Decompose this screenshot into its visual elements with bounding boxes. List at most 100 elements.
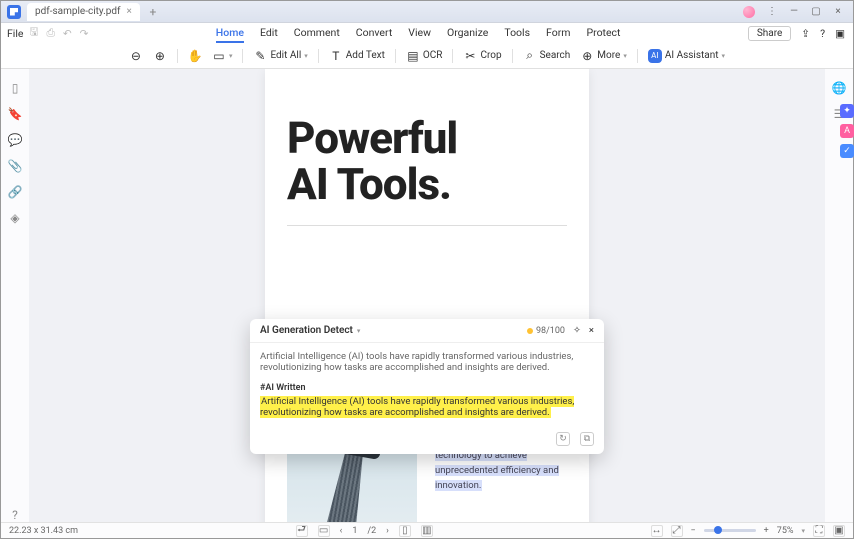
edit-icon: ✎	[253, 49, 267, 63]
share-link-icon[interactable]: ⇪	[801, 27, 810, 40]
zoom-slider[interactable]	[704, 529, 756, 532]
tab-title: pdf-sample-city.pdf	[35, 6, 121, 17]
score-dot-icon	[527, 328, 533, 334]
tab-comment[interactable]: Comment	[294, 24, 340, 43]
popup-close-icon[interactable]: ×	[589, 325, 594, 336]
file-menu[interactable]: File	[7, 27, 23, 40]
popup-title-caret-icon[interactable]: ▾	[357, 327, 361, 335]
score-value: 98/100	[536, 326, 565, 336]
edit-all-label: Edit All	[270, 50, 301, 61]
print-icon[interactable]: ⎙	[46, 26, 54, 40]
two-page-icon[interactable]: ▥	[421, 525, 433, 537]
kebab-menu-icon[interactable]: ⋮	[763, 3, 781, 21]
ai-translate-icon[interactable]: A	[840, 124, 854, 138]
search-button[interactable]: ⌕Search	[523, 49, 571, 63]
search-icon: ⌕	[523, 49, 537, 63]
hand-tool[interactable]: ✋	[188, 49, 202, 63]
zoom-in-status-icon[interactable]: +	[764, 526, 769, 536]
zoom-caret-icon[interactable]: ▾	[801, 527, 805, 535]
read-mode-icon[interactable]: ▣	[833, 525, 845, 537]
workspace: ▯ 🔖 💬 📎 🔗 ◈ ? Powerful AI Tools. These p…	[1, 69, 853, 522]
comments-icon[interactable]: 💬	[8, 133, 22, 147]
tab-home[interactable]: Home	[216, 24, 244, 43]
popup-summary: Artificial Intelligence (AI) tools have …	[260, 351, 594, 373]
attachments-icon[interactable]: 📎	[8, 159, 22, 173]
tab-convert[interactable]: Convert	[356, 24, 392, 43]
crop-icon: ✂	[463, 49, 477, 63]
select-tool[interactable]: ▭▾	[212, 49, 233, 63]
links-icon[interactable]: 🔗	[8, 185, 22, 199]
ai-assistant-button[interactable]: AIAI Assistant▾	[648, 49, 725, 63]
document-tab[interactable]: pdf-sample-city.pdf ×	[27, 3, 140, 21]
tab-protect[interactable]: Protect	[586, 24, 620, 43]
help-sidebar-icon[interactable]: ?	[8, 508, 22, 522]
fullscreen-icon[interactable]: ⛶	[813, 525, 825, 537]
next-page-icon[interactable]: ›	[386, 526, 389, 536]
bookmarks-icon[interactable]: 🔖	[8, 107, 22, 121]
select-mode-icon[interactable]: ▭	[318, 525, 330, 537]
ai-icon: AI	[648, 49, 662, 63]
add-text-label: Add Text	[346, 50, 385, 61]
close-window-icon[interactable]: ×	[829, 3, 847, 21]
more-icon: ⊕	[580, 49, 594, 63]
status-bar: 22.23 x 31.43 cm ⮐ ▭ ‹ 1/2 › ▯ ▥ ↔ ⤢ − +…	[1, 522, 853, 538]
ai-detect-popup: AI Generation Detect ▾ 98/100 ✧ × Artifi…	[250, 319, 604, 454]
redo-icon[interactable]: ↷	[80, 27, 89, 40]
tab-view[interactable]: View	[408, 24, 431, 43]
pin-icon[interactable]: ✧	[573, 325, 581, 336]
tab-tools[interactable]: Tools	[504, 24, 530, 43]
page-dimensions: 22.23 x 31.43 cm	[9, 526, 78, 536]
popup-section-label: #AI Written	[260, 383, 594, 393]
ai-check-icon[interactable]: ✓	[840, 144, 854, 158]
heading-rule	[287, 225, 567, 226]
zoom-out-button[interactable]: ⊖	[129, 49, 143, 63]
zoom-in-button[interactable]: ⊕	[153, 49, 167, 63]
page-canvas[interactable]: Powerful AI Tools. These powerful tools …	[29, 69, 825, 522]
crop-button[interactable]: ✂Crop	[463, 49, 501, 63]
pdf-page: Powerful AI Tools. These powerful tools …	[265, 69, 589, 522]
prev-page-icon[interactable]: ‹	[340, 526, 343, 536]
copy-icon[interactable]: ⧉	[580, 432, 594, 446]
app-icon	[7, 5, 21, 19]
more-label: More	[597, 50, 620, 61]
popup-highlighted-text: Artificial Intelligence (AI) tools have …	[260, 396, 574, 418]
thumbnails-icon[interactable]: ▯	[8, 81, 22, 95]
ocr-button[interactable]: ▤OCR	[406, 49, 443, 63]
fit-page-icon[interactable]: ⤢	[671, 525, 683, 537]
more-button[interactable]: ⊕More▾	[580, 49, 627, 63]
translate-panel-icon[interactable]: 🌐	[832, 81, 846, 95]
close-tab-icon[interactable]: ×	[127, 6, 132, 17]
edit-all-button[interactable]: ✎Edit All▾	[253, 49, 307, 63]
cursor-mode-icon[interactable]: ⮐	[296, 525, 308, 537]
ai-orb-icon[interactable]	[743, 6, 755, 18]
text-icon: T	[329, 49, 343, 63]
help-icon[interactable]: ?	[820, 27, 825, 40]
zoom-out-status-icon[interactable]: −	[691, 526, 696, 536]
undo-icon[interactable]: ↶	[63, 27, 72, 40]
minimize-icon[interactable]: —	[785, 3, 803, 21]
overflow-icon[interactable]: ▣	[835, 27, 845, 40]
popup-score: 98/100	[527, 326, 565, 336]
fit-width-icon[interactable]: ↔	[651, 525, 663, 537]
save-icon[interactable]: 🖫	[29, 24, 38, 42]
share-button[interactable]: Share	[748, 26, 791, 41]
maximize-icon[interactable]: ▢	[807, 3, 825, 21]
tab-form[interactable]: Form	[546, 24, 570, 43]
new-tab-button[interactable]: +	[146, 5, 160, 19]
page-total: /2	[367, 526, 376, 536]
search-label: Search	[540, 50, 571, 61]
zoom-value: 75%	[777, 526, 794, 536]
single-page-icon[interactable]: ▯	[399, 525, 411, 537]
regenerate-icon[interactable]: ↻	[556, 432, 570, 446]
ai-chat-icon[interactable]: ✦	[840, 104, 854, 118]
tab-organize[interactable]: Organize	[447, 24, 488, 43]
crop-label: Crop	[480, 50, 501, 61]
toolbar: ⊖ ⊕ ✋ ▭▾ ✎Edit All▾ TAdd Text ▤OCR ✂Crop…	[1, 43, 853, 69]
ai-assistant-label: AI Assistant	[665, 50, 719, 61]
tab-edit[interactable]: Edit	[260, 24, 278, 43]
menu-row: File 🖫 ⎙ ↶ ↷ Home Edit Comment Convert V…	[1, 23, 853, 43]
add-text-button[interactable]: TAdd Text	[329, 49, 385, 63]
page-current[interactable]: 1	[352, 526, 357, 536]
popup-title: AI Generation Detect	[260, 325, 353, 336]
layers-icon[interactable]: ◈	[8, 211, 22, 225]
